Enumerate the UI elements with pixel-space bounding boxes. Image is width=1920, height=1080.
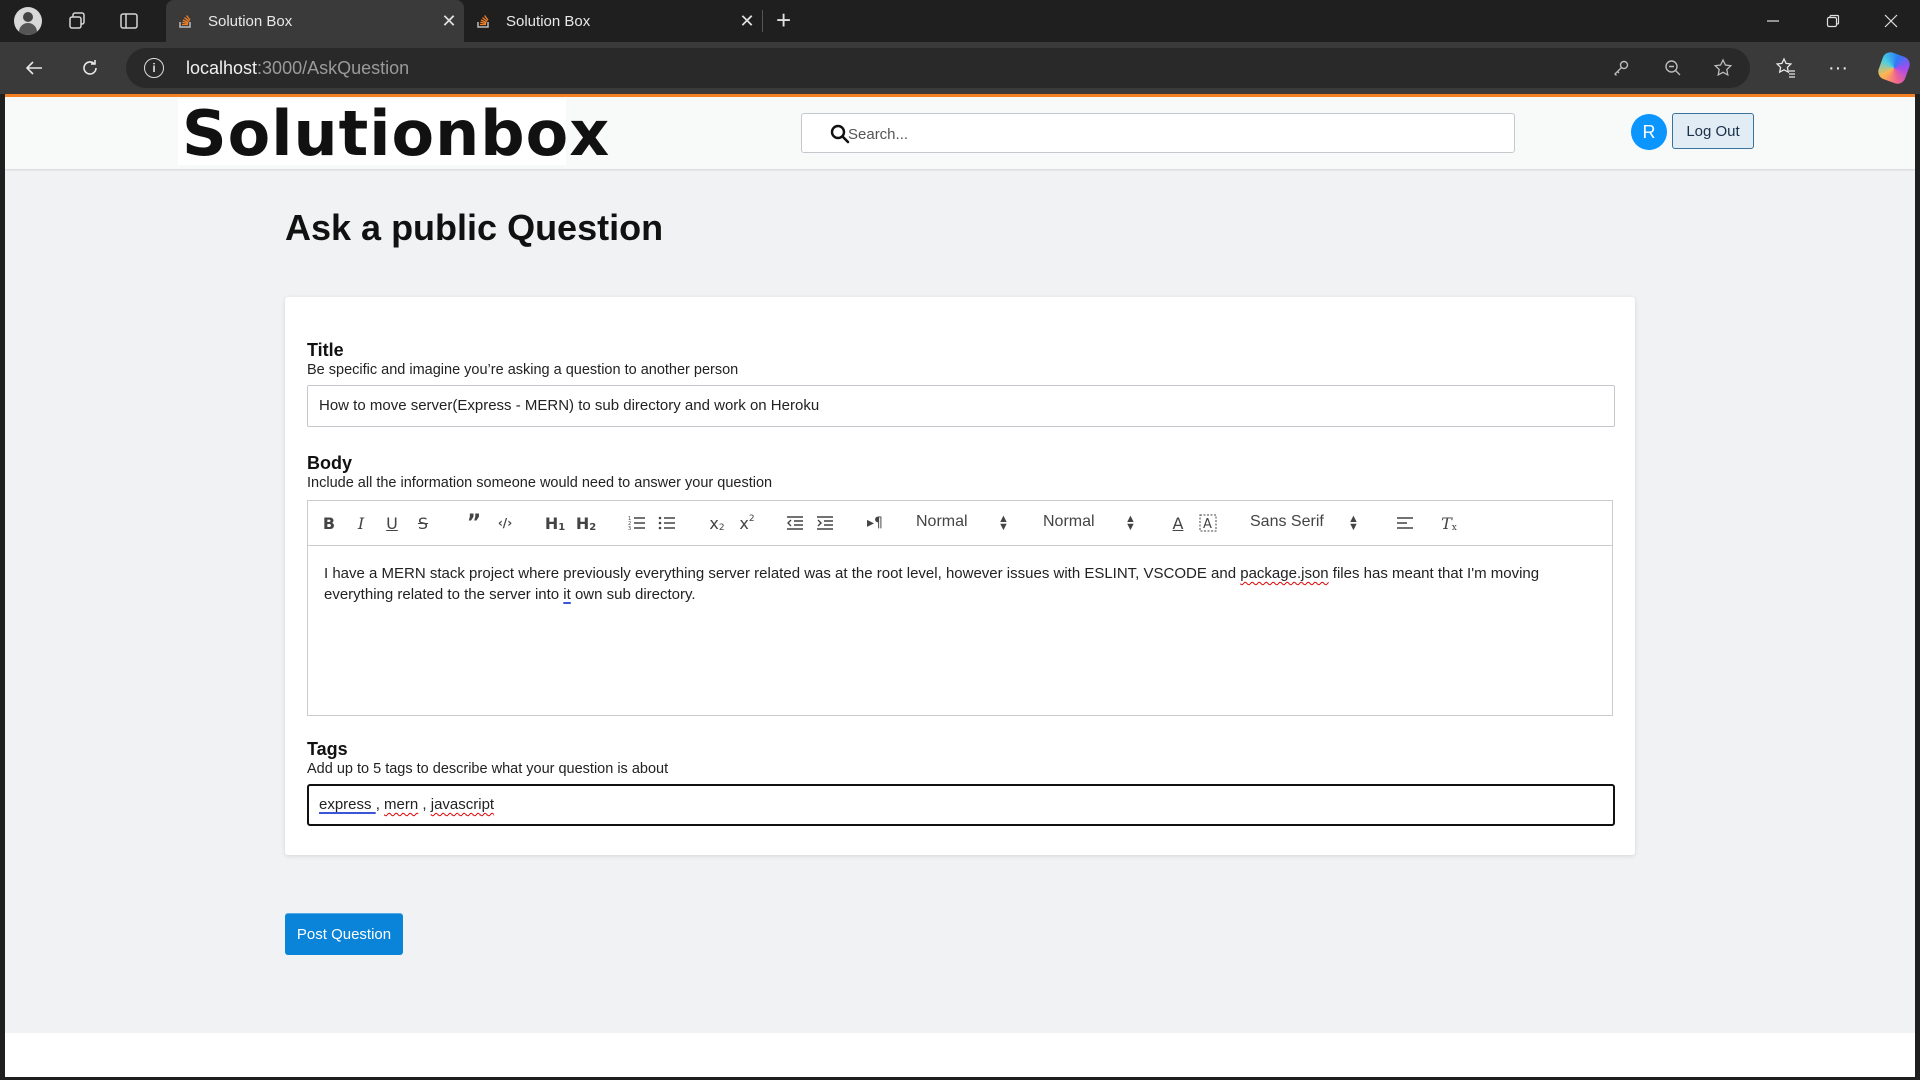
stackoverflow-favicon-icon [476,13,492,29]
tag-item: express [319,796,372,813]
blockquote-icon[interactable]: ” [464,511,484,536]
title-label: Title [307,340,344,360]
indent-icon[interactable] [814,512,836,534]
ordered-list-icon[interactable]: 123 [626,512,648,534]
reload-icon[interactable] [78,56,102,80]
stackoverflow-favicon-icon [178,13,194,29]
size-picker[interactable]: Normal ▲ ▼ [1043,513,1139,535]
page-title: Ask a public Question [285,207,664,248]
close-tab-icon[interactable]: ✕ [732,11,762,32]
tab-title: Solution Box [208,12,293,30]
profile-avatar-icon[interactable] [14,7,42,35]
header-picker[interactable]: Normal ▲ ▼ [916,513,1012,535]
chevron-down-icon: ▼ [1125,521,1136,533]
url-text[interactable]: localhost:3000/AskQuestion [186,58,409,79]
subscript-icon[interactable]: x2 [706,512,728,534]
title-input[interactable]: How to move server(Express - MERN) to su… [307,385,1615,427]
browser-tab-1[interactable]: Solution Box ✕ [166,0,464,42]
site-info-icon[interactable]: i [144,58,164,78]
new-tab-icon[interactable]: + [776,7,791,33]
bullet-list-icon[interactable] [656,512,678,534]
body-label: Body [307,453,352,473]
svg-text:A: A [1203,517,1212,532]
favorite-star-icon[interactable] [1712,57,1734,79]
clear-formatting-icon[interactable]: Tx [1438,512,1460,534]
search-bar[interactable] [801,113,1515,153]
superscript-icon[interactable]: x2 [736,512,758,534]
body-editor: B I U S ” ‹/› H1 H2 123 x2 x2 ▸¶ Normal … [307,500,1613,716]
search-input[interactable] [848,122,1488,146]
tab-actions-icon[interactable] [118,10,140,32]
outdent-icon[interactable] [784,512,806,534]
more-options-icon[interactable]: ··· [1826,56,1850,80]
post-question-button[interactable]: Post Question [285,913,403,955]
browser-tab-2[interactable]: Solution Box ✕ [464,0,762,42]
chevron-down-icon: ▼ [998,521,1009,533]
user-avatar[interactable]: R [1631,114,1667,150]
code-block-icon[interactable]: ‹/› [494,512,516,534]
logout-button[interactable]: Log Out [1672,113,1754,149]
strikethrough-icon[interactable]: S [414,512,432,534]
underline-icon[interactable]: U [383,512,401,534]
tag-item: javascript [430,796,495,813]
tab-title: Solution Box [506,12,591,30]
zoom-out-icon[interactable] [1662,57,1684,79]
title-hint: Be specific and imagine you’re asking a … [307,362,739,378]
header-2-icon[interactable]: H2 [575,512,597,534]
workspaces-icon[interactable] [66,10,88,32]
browser-titlebar: Solution Box ✕ Solution Box ✕ + [0,0,1920,42]
close-tab-icon[interactable]: ✕ [434,11,464,32]
browser-toolbar: i localhost:3000/AskQuestion ··· [0,42,1920,94]
site-navbar: Solutionbox R Log Out [5,97,1915,170]
address-bar[interactable]: i localhost:3000/AskQuestion [126,48,1750,88]
background-color-icon[interactable]: A [1198,512,1218,534]
close-window-icon[interactable] [1880,10,1902,32]
favorites-icon[interactable] [1774,56,1798,80]
chevron-down-icon: ▼ [1348,521,1359,533]
align-icon[interactable] [1394,512,1416,534]
tab-separator [762,10,763,32]
tags-label: Tags [307,739,348,759]
font-picker[interactable]: Sans Serif ▲ ▼ [1250,513,1362,535]
italic-icon[interactable]: I [352,512,370,534]
page: Solutionbox R Log Out Ask a public Quest… [5,97,1915,1077]
text-direction-icon[interactable]: ▸¶ [864,512,886,534]
minimize-icon[interactable] [1762,10,1784,32]
back-arrow-icon[interactable] [22,56,46,80]
tags-hint: Add up to 5 tags to describe what your q… [307,761,669,777]
editor-toolbar: B I U S ” ‹/› H1 H2 123 x2 x2 ▸¶ Normal … [308,501,1612,546]
body-hint: Include all the information someone woul… [307,475,773,491]
site-logo[interactable]: Solutionbox [178,97,609,170]
tag-item: mern [384,796,419,813]
password-key-icon[interactable] [1610,57,1632,79]
bold-icon[interactable]: B [320,512,338,534]
search-icon [830,124,850,144]
svg-text:3: 3 [628,526,631,531]
question-form-card: Title Be specific and imagine you’re ask… [285,297,1635,855]
font-color-icon[interactable]: A [1168,512,1188,534]
page-footer [5,1033,1915,1077]
body-editor-content[interactable]: I have a MERN stack project where previo… [324,563,1594,605]
restore-icon[interactable] [1822,10,1844,32]
copilot-icon[interactable] [1876,50,1912,86]
header-1-icon[interactable]: H1 [544,512,566,534]
tags-input[interactable]: express , mern , javascript [307,784,1615,826]
